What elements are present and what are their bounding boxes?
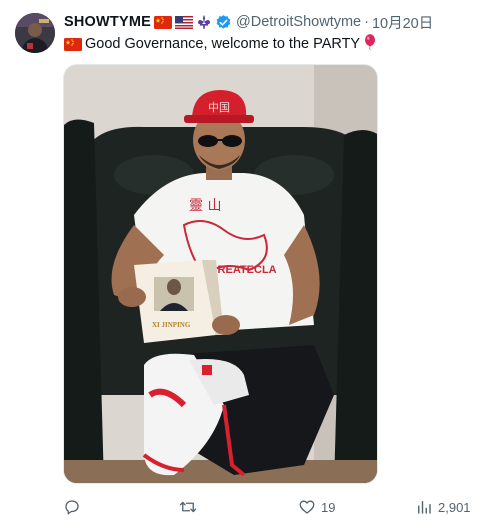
- svg-text:中国: 中国: [208, 101, 230, 114]
- user-handle[interactable]: @DetroitShowtyme: [236, 14, 361, 30]
- china-flag-icon: [154, 15, 172, 29]
- tweet-actions: 19 2,901: [63, 496, 473, 518]
- display-name[interactable]: SHOWTYME: [64, 14, 151, 30]
- tweet-date[interactable]: 10月20日: [372, 12, 433, 33]
- heart-icon: [298, 498, 316, 516]
- retweet-icon: [178, 498, 198, 516]
- tweet-text-content: Good Governance, welcome to the PARTY: [85, 36, 361, 52]
- views-button[interactable]: 2,901: [415, 496, 471, 518]
- china-flag-icon: [64, 37, 82, 51]
- retweet-button[interactable]: [178, 496, 203, 518]
- svg-text:GREATECLA: GREATECLA: [209, 264, 277, 276]
- avatar[interactable]: [15, 13, 55, 53]
- balloon-icon: [364, 33, 376, 55]
- view-count: 2,901: [438, 499, 471, 515]
- verified-badge-icon: [215, 14, 232, 31]
- tweet-photo[interactable]: 靈 山 GREATECLA 中国 XI JINPING: [63, 64, 378, 484]
- tweet-header: SHOWTYME @DetroitShowtyme · 10月20日: [64, 12, 484, 32]
- like-button[interactable]: 19: [298, 496, 335, 518]
- fleur-de-lis-icon: [196, 14, 212, 30]
- tweet-text: Good Governance, welcome to the PARTY: [64, 33, 482, 55]
- views-chart-icon: [415, 498, 433, 516]
- reply-button[interactable]: [63, 496, 86, 518]
- like-count: 19: [321, 499, 336, 515]
- reply-icon: [63, 498, 81, 516]
- separator-dot: ·: [364, 14, 369, 30]
- usa-flag-icon: [175, 15, 193, 29]
- svg-text:靈 山: 靈 山: [189, 198, 221, 214]
- tweet-card[interactable]: SHOWTYME @DetroitShowtyme · 10月20日 Good …: [0, 0, 492, 526]
- svg-text:XI JINPING: XI JINPING: [152, 321, 191, 329]
